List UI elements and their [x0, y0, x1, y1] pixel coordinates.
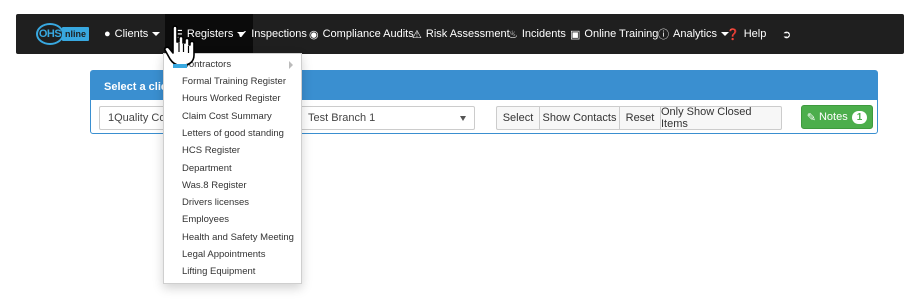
branch-select[interactable]: Test Branch 1: [299, 106, 475, 130]
registers-dropdown: Contractors Formal Training Register Hou…: [163, 53, 302, 284]
logout-icon: ➲: [782, 28, 792, 41]
chevron-down-icon: [152, 32, 161, 36]
chevron-right-icon: [289, 61, 293, 69]
show-contacts-button[interactable]: Show Contacts: [539, 106, 620, 130]
reset-button[interactable]: Reset: [619, 106, 661, 130]
branch-select-value: Test Branch 1: [308, 112, 376, 124]
only-show-closed-button[interactable]: Only Show Closed Items: [660, 106, 782, 130]
nav-clients[interactable]: ● Clients: [104, 14, 161, 54]
nav-compliance-audits[interactable]: ◉ Compliance Audits: [309, 14, 414, 54]
menu-item-lifting-equipment[interactable]: Lifting Equipment: [182, 266, 255, 277]
nav-compliance-audits-label: Compliance Audits: [322, 28, 414, 40]
nav-online-training-label: Online Training: [584, 28, 659, 40]
fire-icon: ♨: [508, 28, 518, 41]
nav-help[interactable]: ❓ Help: [726, 14, 766, 54]
nav-incidents[interactable]: ♨ Incidents: [508, 14, 566, 54]
pencil-icon: ✎: [806, 111, 816, 124]
menu-item-letters-of-good-standing[interactable]: Letters of good standing: [182, 128, 284, 139]
menu-item-hours-worked-register[interactable]: Hours Worked Register: [182, 93, 281, 104]
nav-inspections[interactable]: ✔ Inspections: [238, 14, 307, 54]
nav-risk-assessment[interactable]: ⚠ Risk Assessment: [412, 14, 510, 54]
nav-inspections-label: Inspections: [251, 28, 307, 40]
nav-analytics[interactable]: ⓘ Analytics: [658, 14, 730, 54]
menu-item-drivers-licenses[interactable]: Drivers licenses: [182, 197, 249, 208]
notes-label: Notes: [818, 111, 848, 123]
nav-clients-label: Clients: [114, 28, 149, 40]
logo-circle: OHS: [36, 23, 64, 45]
book-icon: ▣: [570, 28, 581, 41]
ohsonline-logo[interactable]: OHS nline: [36, 20, 94, 48]
menu-item-hcs-register[interactable]: HCS Register: [182, 145, 240, 156]
chevron-down-icon: [460, 116, 466, 121]
nav-incidents-label: Incidents: [521, 28, 566, 40]
notes-button[interactable]: ✎ Notes 1: [801, 105, 873, 129]
nav-analytics-label: Analytics: [673, 28, 718, 40]
menu-item-claim-cost-summary[interactable]: Claim Cost Summary: [182, 111, 272, 122]
eye-icon: ◉: [309, 28, 319, 41]
nav-help-label: Help: [743, 28, 767, 40]
menu-item-health-and-safety-meeting[interactable]: Health and Safety Meeting: [182, 232, 294, 243]
menu-item-legal-appointments[interactable]: Legal Appointments: [182, 249, 265, 260]
question-icon: ❓: [726, 28, 740, 41]
info-icon: ⓘ: [658, 29, 669, 41]
logout-button[interactable]: ➲: [782, 14, 795, 54]
nav-risk-assessment-label: Risk Assessment: [425, 28, 510, 40]
warning-icon: ⚠: [412, 28, 422, 41]
menu-item-was8-register[interactable]: Was.8 Register: [182, 180, 247, 191]
menu-item-employees[interactable]: Employees: [182, 214, 229, 225]
hand-pointer-icon: [164, 25, 195, 68]
notes-count-badge: 1: [851, 110, 868, 124]
nav-online-training[interactable]: ▣ Online Training: [570, 14, 658, 54]
menu-item-formal-training-register[interactable]: Formal Training Register: [182, 76, 286, 87]
select-button[interactable]: Select: [496, 106, 540, 130]
top-navbar: OHS nline ● Clients ☰ Registers ✔ Inspec…: [16, 14, 904, 54]
menu-item-department[interactable]: Department: [182, 163, 232, 174]
logo-tag: nline: [62, 27, 90, 41]
check-icon: ✔: [238, 28, 248, 41]
user-icon: ●: [104, 28, 111, 40]
